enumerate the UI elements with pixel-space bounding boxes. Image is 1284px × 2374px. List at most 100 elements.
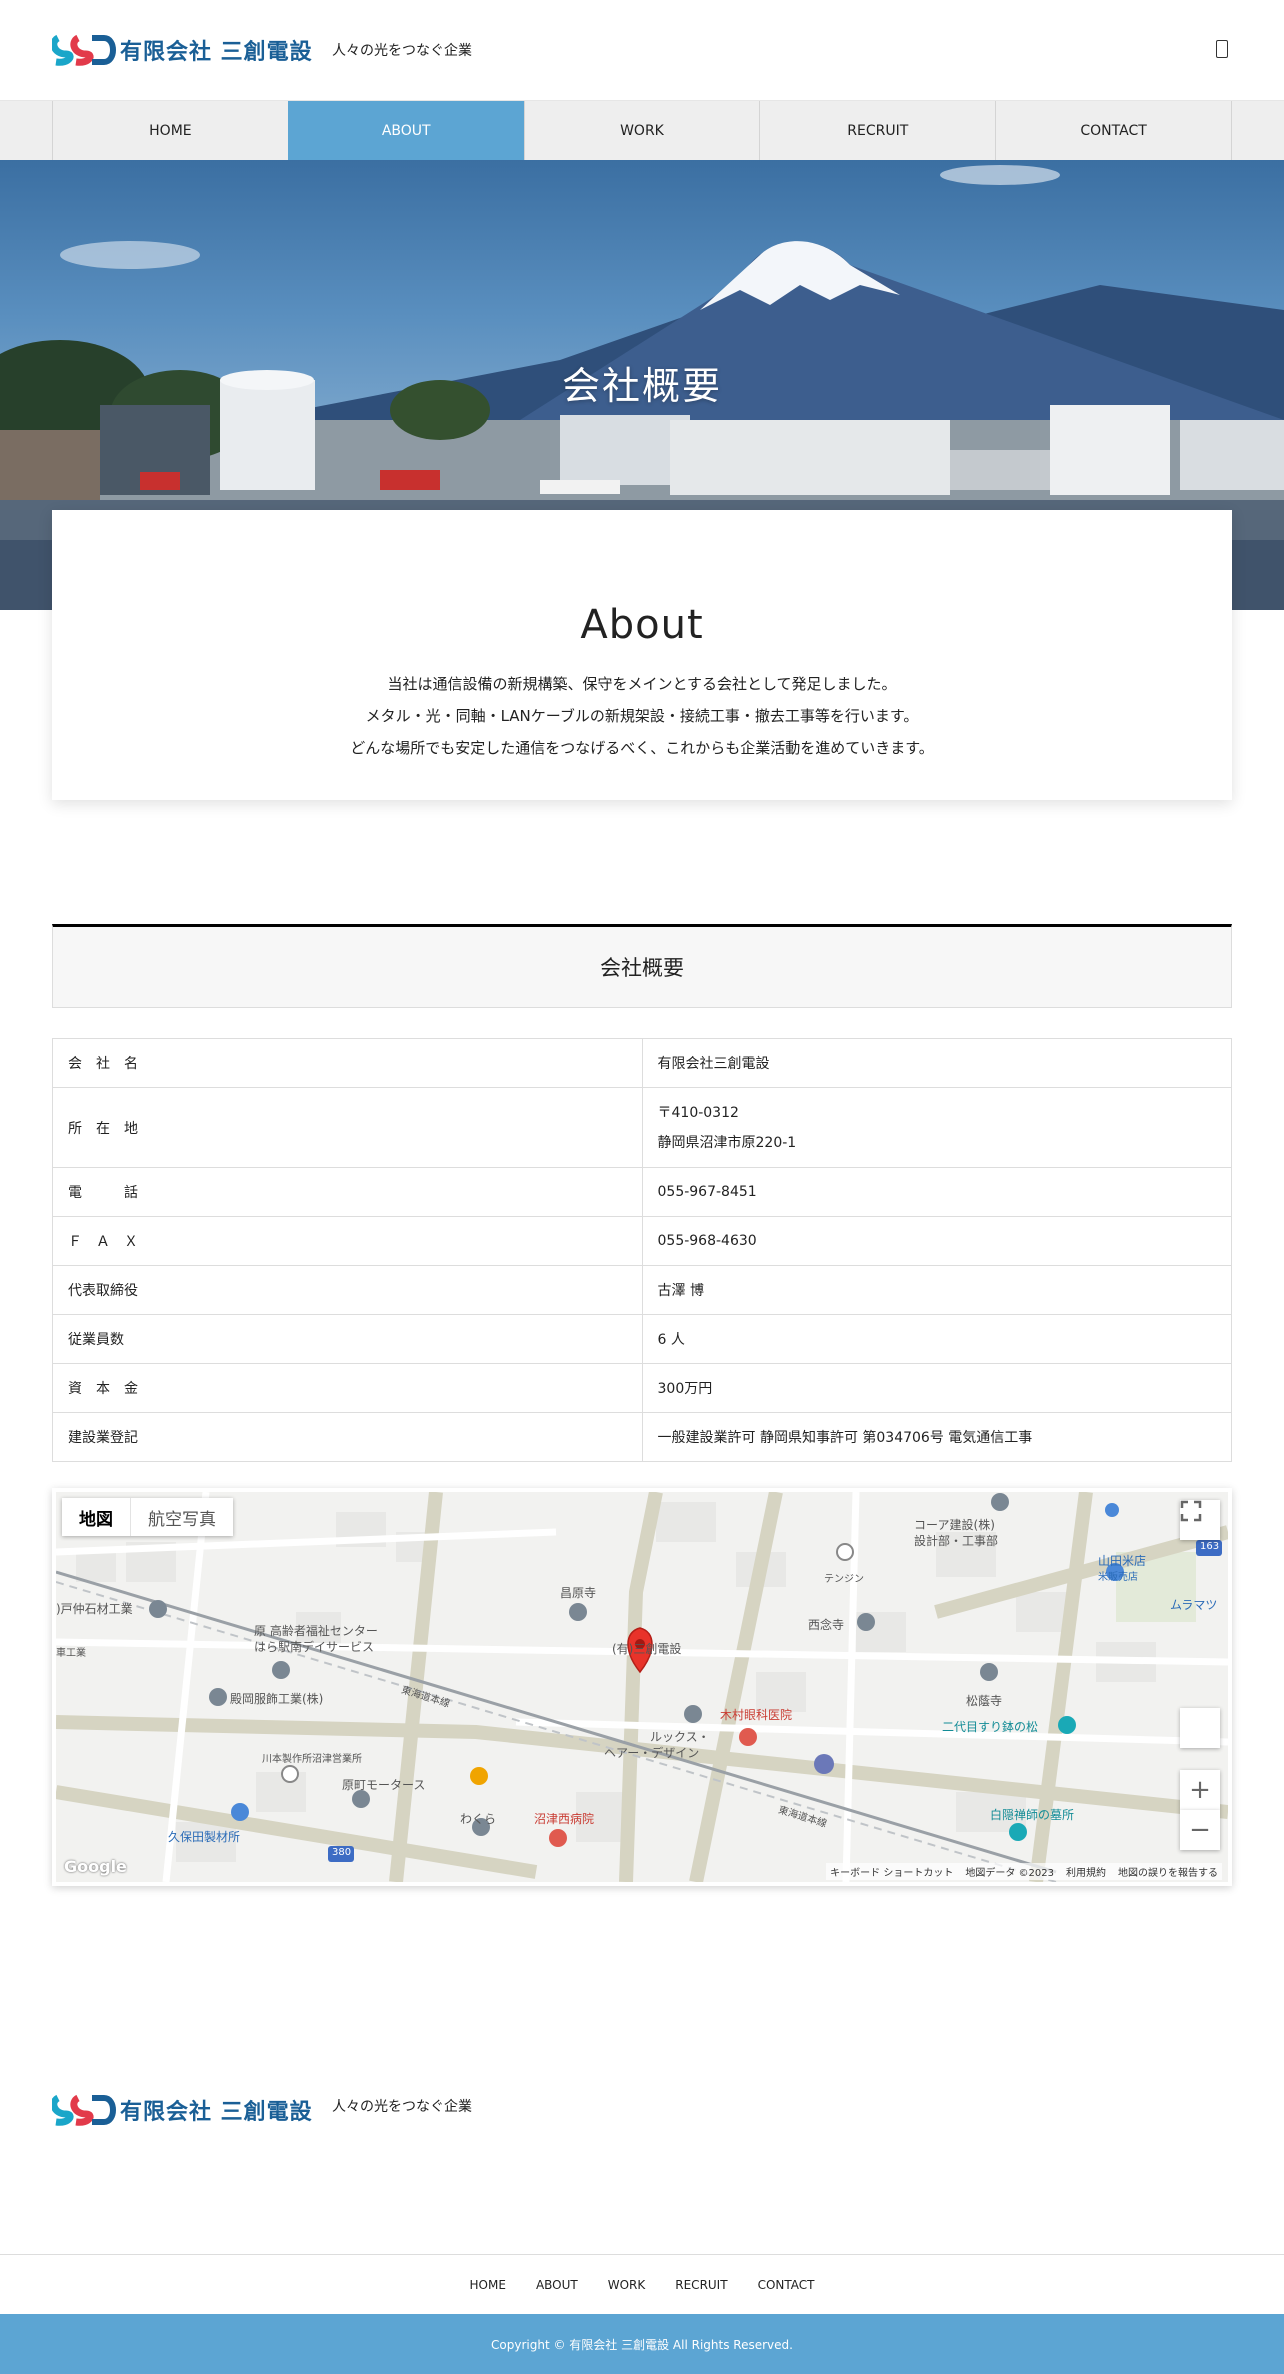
row-label: 電 話 [52,1167,643,1217]
map-type-control: 地図 航空写真 [62,1498,233,1536]
row-label: 代表取締役 [52,1265,643,1315]
main-nav: HOME ABOUT WORK RECRUIT CONTACT [0,100,1284,160]
fullscreen-glyph [1180,1500,1202,1522]
map-label-lux-2: ヘアー・デザイン [604,1746,700,1760]
map-label-numazu-west: 沼津西病院 [534,1812,595,1826]
map-attribution: キーボード ショートカット 地図データ ©2023 利用規約 地図の誤りを報告す… [826,1863,1222,1880]
about-card: About 当社は通信設備の新規構築、保守をメインとする会社として発足しました。… [52,510,1232,800]
row-value: 古澤 博 [641,1265,1232,1315]
report-error-link[interactable]: 地図の誤りを報告する [1118,1864,1218,1879]
row-label: 会 社 名 [52,1038,643,1088]
table-row: 代表取締役 古澤 博 [52,1265,1232,1315]
footer-nav: HOME ABOUT WORK RECRUIT CONTACT [0,2254,1284,2314]
row-value: 055-968-4630 [641,1216,1232,1266]
map-label-wakura: わくら [460,1812,497,1826]
about-text-line: どんな場所でも安定した通信をつなげるべく、これからも企業活動を進めていきます。 [350,739,934,757]
map-label-kimura: 木村眼科医院 [720,1708,793,1722]
site-header: 有限会社 三創電設 人々の光をつなぐ企業 [0,0,1284,100]
map-label-kawamoto: 川本製作所沼津営業所 [262,1754,362,1765]
google-map[interactable]: コーア建設(株) 設計部・工事部 テンジン 山田米店 米販売店 ムラマツ 昌原寺… [52,1488,1232,1886]
map-label-koa-2: 設計部・工事部 [914,1534,999,1548]
table-row: Ｆ Ａ Ｘ 055-968-4630 [52,1216,1232,1266]
row-value: 6 人 [641,1314,1232,1364]
table-row: 従業員数 6 人 [52,1314,1232,1364]
map-label-sanso: (有)三創電設 [612,1642,682,1656]
table-row: 電 話 055-967-8451 [52,1167,1232,1217]
row-label: 所 在 地 [52,1087,643,1168]
logo-mark-icon [52,2094,116,2126]
zoom-in-button[interactable]: + [1180,1770,1220,1810]
footer-nav-contact[interactable]: CONTACT [758,2278,815,2292]
header-tagline: 人々の光をつなぐ企業 [332,43,472,59]
footer-top: 有限会社 三創電設 人々の光をつなぐ企業 [0,1886,1284,2146]
map-label-hakuin: 白隠禅師の墓所 [990,1808,1075,1822]
postal-code: 〒410-0312 [657,1104,739,1121]
table-row: 建設業登記 一般建設業許可 静岡県知事許可 第034706号 電気通信工事 [52,1412,1232,1462]
map-type-satellite-button[interactable]: 航空写真 [130,1498,233,1536]
about-heading: About [580,602,704,648]
map-label-kubota: 久保田製材所 [168,1830,241,1844]
street-view-pegman-icon[interactable] [1180,1708,1220,1748]
row-value: 〒410-0312 静岡県沼津市原220-1 [641,1087,1232,1168]
company-section: 会社概要 会 社 名 有限会社三創電設 所 在 地 〒410-0312 静岡県沼… [0,924,1284,1462]
nav-item-recruit[interactable]: RECRUIT [759,101,995,160]
map-label-hara-welfare: 原 高齢者福祉センター [254,1624,378,1638]
row-value: 055-967-8451 [641,1167,1232,1217]
zoom-out-button[interactable]: − [1180,1810,1220,1850]
footer-tagline: 人々の光をつなぐ企業 [332,2099,472,2115]
logo-text: 有限会社 三創電設 [120,39,313,65]
footer-logo[interactable]: 有限会社 三創電設 [52,2092,313,2128]
route-163-label: 163 [1200,1541,1220,1552]
map-data-text: 地図データ ©2023 [965,1868,1054,1879]
map-label-shogenji: 昌原寺 [560,1586,597,1600]
menu-icon[interactable] [1216,40,1228,58]
nav-item-home[interactable]: HOME [52,101,288,160]
map-canvas[interactable] [56,1492,1228,1882]
map-label-hara-day: はら駅南デイサービス [254,1640,375,1654]
nav-item-work[interactable]: WORK [523,101,760,160]
hero-title: 会社概要 [561,364,722,408]
site-logo[interactable]: 有限会社 三創電設 [52,32,313,68]
map-label-tonooka: 殿岡服飾工業(株) [230,1692,324,1706]
map-label-murama: ムラマツ [1170,1598,1218,1612]
terms-link[interactable]: 利用規約 [1066,1864,1106,1879]
table-row: 会 社 名 有限会社三創電設 [52,1038,1232,1088]
map-label-yamada: 山田米店 [1098,1554,1147,1568]
route-380-label: 380 [332,1847,352,1858]
fullscreen-icon[interactable] [1180,1500,1220,1540]
about-text-line: 当社は通信設備の新規構築、保守をメインとする会社として発足しました。 [387,675,897,693]
copyright: Copyright © 有限会社 三創電設 All Rights Reserve… [0,2314,1284,2374]
row-value: 300万円 [641,1363,1232,1413]
row-label: 従業員数 [52,1314,643,1364]
table-row: 所 在 地 〒410-0312 静岡県沼津市原220-1 [52,1087,1232,1168]
map-label-tenjin: テンジン [824,1574,864,1585]
row-label: 資 本 金 [52,1363,643,1413]
nav-item-contact[interactable]: CONTACT [995,101,1232,160]
nav-item-about[interactable]: ABOUT [287,101,524,160]
row-label: 建設業登記 [52,1412,643,1462]
map-label-tomatsu: )戸仲石材工業 [56,1602,133,1616]
google-logo[interactable]: Google [64,1857,127,1876]
company-info-table: 会 社 名 有限会社三創電設 所 在 地 〒410-0312 静岡県沼津市原22… [52,1038,1232,1462]
footer-nav-recruit[interactable]: RECRUIT [675,2278,727,2292]
map-label-yamada-2: 米販売店 [1098,1572,1138,1583]
map-label-koa: コーア建設(株) [914,1518,995,1532]
table-row: 資 本 金 300万円 [52,1363,1232,1413]
footer-nav-home[interactable]: HOME [470,2278,506,2292]
logo-mark-icon [52,34,116,66]
row-label: Ｆ Ａ Ｘ [52,1216,643,1266]
map-label-shuutetsu: 車工業 [56,1648,86,1659]
site-footer: 有限会社 三創電設 人々の光をつなぐ企業 HOME ABOUT WORK REC… [0,1886,1284,2374]
footer-nav-work[interactable]: WORK [608,2278,646,2292]
keyboard-shortcuts-link[interactable]: キーボード ショートカット [830,1864,953,1879]
address: 静岡県沼津市原220-1 [657,1134,797,1151]
map-label-saienji: 西念寺 [808,1618,845,1632]
footer-nav-about[interactable]: ABOUT [536,2278,578,2292]
about-text-line: メタル・光・同軸・LANケーブルの新規架設・接続工事・撤去工事等を行います。 [365,707,919,725]
map-label-shoin: 松蔭寺 [966,1694,1003,1708]
map-type-map-button[interactable]: 地図 [62,1498,130,1536]
footer-logo-text: 有限会社 三創電設 [120,2099,313,2125]
map-label-lux: ルックス・ [650,1730,710,1744]
company-table-title: 会社概要 [52,924,1232,1008]
row-value: 一般建設業許可 静岡県知事許可 第034706号 電気通信工事 [641,1412,1232,1462]
